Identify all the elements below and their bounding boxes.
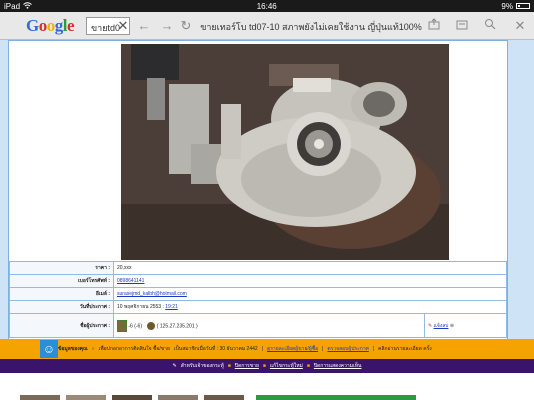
post-date-label: วันที่ประกาศ : bbox=[9, 300, 114, 314]
close-comments-link[interactable]: ปิดการแสดงความเห็น bbox=[314, 362, 362, 370]
email-link[interactable]: surasejmd_kalbh@hotmail.com bbox=[117, 291, 187, 297]
thumbnail[interactable] bbox=[20, 395, 60, 400]
green-banner[interactable] bbox=[256, 395, 416, 400]
status-bar: iPad 16:46 9% bbox=[0, 0, 534, 12]
table-row: เบอร์โทรศัพท์ : 0898641141 bbox=[9, 274, 507, 288]
browser-toolbar: Google ขายtd0 ✕ ← → ↻ ขายเทอร์โบ td07-10… bbox=[0, 12, 534, 40]
poster-score: -6 (-6) bbox=[128, 322, 143, 329]
read-details-text: คลิกอ่านรายละเอียด ครั้ง bbox=[378, 346, 432, 352]
phone-label: เบอร์โทรศัพท์ : bbox=[9, 274, 114, 288]
email-label: อีเมล์ : bbox=[9, 287, 114, 301]
report-link[interactable]: แจ้งลบ bbox=[434, 323, 449, 329]
wifi-icon bbox=[23, 1, 32, 11]
table-row: ชื่อผู้ประกาศ : -6 (-6) ( 125.27.235.201… bbox=[9, 313, 507, 338]
close-sale-link[interactable]: ปิดการขาย bbox=[235, 362, 259, 370]
lock-icon: ■ bbox=[227, 363, 231, 369]
member-icon: ☺ bbox=[40, 340, 58, 358]
refresh-icon[interactable]: ↻ bbox=[178, 18, 194, 34]
seller-details-link[interactable]: ดูรายละเอียดผู้ขาย/ผู้ซื้อ bbox=[267, 345, 318, 353]
member-info-label: ข้อมูลของคุณ bbox=[58, 346, 88, 352]
owner-icon: ✎ bbox=[172, 363, 177, 369]
battery-percent: 9% bbox=[501, 1, 513, 11]
comment-icon: ■ bbox=[306, 363, 310, 369]
separator: | bbox=[261, 346, 263, 352]
separator: | bbox=[372, 346, 375, 352]
price-label: ราคา : bbox=[9, 261, 114, 275]
check-poster-link[interactable]: ตรวจสอบผู้ประกาศ bbox=[327, 345, 368, 353]
google-logo[interactable]: Google bbox=[26, 16, 75, 36]
bottom-area bbox=[0, 373, 534, 400]
close-tab-icon[interactable]: ✕ bbox=[512, 18, 528, 34]
separator: | bbox=[322, 346, 324, 352]
report-cell: ✎ แจ้งลบ ⊕ bbox=[424, 313, 507, 338]
left-margin bbox=[0, 40, 8, 340]
back-icon[interactable]: ← bbox=[136, 18, 152, 34]
tabs-icon[interactable] bbox=[454, 18, 470, 34]
table-row: วันที่ประกาศ : 10 พฤศจิกายน 2553 : 19:21 bbox=[9, 300, 507, 314]
thumbnail[interactable] bbox=[66, 395, 106, 400]
thumbnail[interactable] bbox=[158, 395, 198, 400]
poster-cell: -6 (-6) ( 125.27.235.201 ) bbox=[113, 313, 425, 338]
rank-icon bbox=[147, 321, 156, 330]
close-icon[interactable]: ✕ bbox=[115, 18, 131, 34]
price-value: 20,xxx bbox=[113, 261, 507, 275]
thumbnail[interactable] bbox=[112, 395, 152, 400]
thumbnail[interactable] bbox=[204, 395, 244, 400]
edit-post-link[interactable]: แก้ไขกระทู้ใหม่ bbox=[270, 362, 303, 370]
post-time-link[interactable]: 19:21 bbox=[165, 304, 178, 310]
poster-label: ชื่อผู้ประกาศ : bbox=[9, 313, 114, 338]
clock: 16:46 bbox=[256, 1, 277, 11]
forward-icon[interactable]: → bbox=[159, 18, 175, 34]
find-icon[interactable] bbox=[482, 18, 498, 34]
battery-icon bbox=[515, 3, 530, 9]
table-row: ราคา : 20,xxx bbox=[9, 261, 507, 275]
product-photo bbox=[121, 44, 449, 260]
poster-ip: ( 125.27.235.201 ) bbox=[156, 322, 198, 329]
warning-icon: ✎ bbox=[428, 322, 433, 329]
member-since: เป็นสมาชิกเมื่อวันที่ : 30 ธันวาคม 2442 bbox=[173, 346, 258, 352]
edit-icon: ■ bbox=[262, 363, 266, 369]
page-title: ขายเทอร์โบ td07-10 สภาพยังไม่เคยใช้งาน ญ… bbox=[200, 22, 422, 32]
listing-frame: ราคา : 20,xxx เบอร์โทรศัพท์ : 0898641141… bbox=[8, 40, 508, 380]
post-date-value: 10 พฤศจิกายน 2553 : bbox=[117, 304, 164, 310]
info-icon: ⊕ bbox=[449, 322, 455, 329]
avatar bbox=[117, 319, 127, 332]
star-icon: ● bbox=[91, 346, 95, 352]
phone-link[interactable]: 0898641141 bbox=[117, 278, 144, 284]
member-info-bar: ☺ ข้อมูลของคุณ ● เพื่อปกอกอาการติดสินใจ … bbox=[0, 339, 534, 359]
member-info-note: เพื่อปกอกอาการติดสินใจ ซื้อ/ขาย bbox=[98, 346, 170, 352]
share-icon[interactable] bbox=[426, 18, 442, 34]
owner-label: สำหรับเจ้าของกระทู้ bbox=[180, 363, 224, 369]
listing-details-table: ราคา : 20,xxx เบอร์โทรศัพท์ : 0898641141… bbox=[9, 261, 507, 338]
table-row: อีเมล์ : surasejmd_kalbh@hotmail.com bbox=[9, 287, 507, 301]
device-name: iPad bbox=[4, 1, 21, 11]
owner-tools-bar: ✎ สำหรับเจ้าของกระทู้ ■ ปิดการขาย ■ แก้ไ… bbox=[0, 359, 534, 373]
